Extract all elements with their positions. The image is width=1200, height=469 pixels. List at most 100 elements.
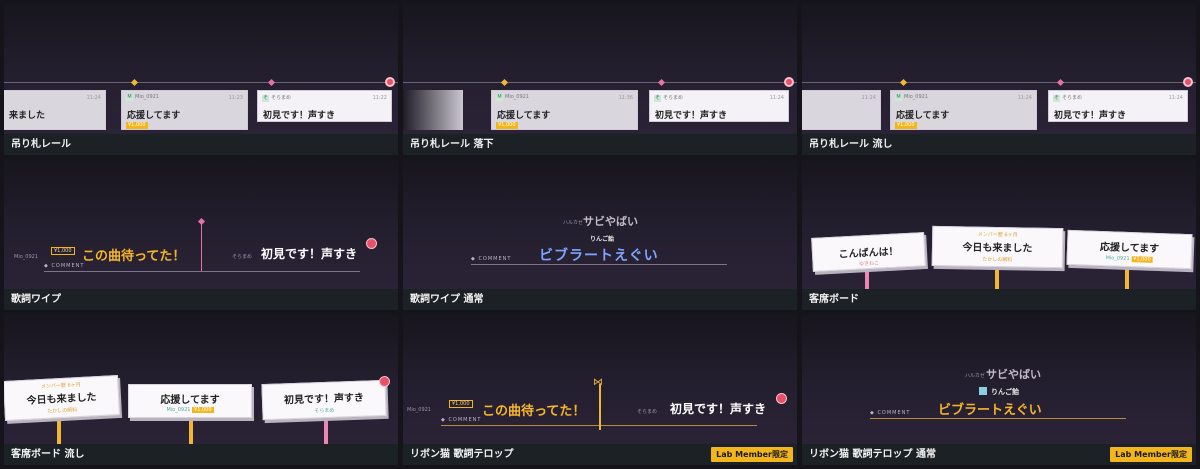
tag-time: 11:24: [769, 95, 784, 101]
audience-board: メンバー歴 6ヶ月 今日も来ました たかしの飼料: [931, 225, 1064, 269]
card-caption: 客席ボード: [802, 289, 1196, 310]
preview-stage: ハルカゼ サビやばい りんご飴 ビブラートえぐい ◆ COMMENT: [403, 159, 797, 289]
commenter-name: そらまめ: [232, 254, 253, 260]
lyric-text: 初見です！声すき: [261, 247, 358, 261]
card-caption: リボン猫 歌詞テロップ Lab Member限定: [403, 444, 797, 465]
comment-label: ◆ COMMENT: [471, 256, 512, 262]
rail-end-icon: [1183, 77, 1193, 87]
board-message: 初見です！声すき: [283, 392, 365, 407]
tag-message: 応援してます: [896, 111, 950, 121]
avatar: M: [126, 94, 133, 101]
board-stick: [324, 417, 328, 444]
card-caption: 客席ボード 流し: [4, 444, 398, 465]
preview-card-rail-fall[interactable]: M Mio_0921 11:36 応援してます ¥1,000 そそらまめ 11:2…: [403, 4, 797, 155]
lyric-underline: [471, 264, 727, 265]
tag-author: そそらまめ: [654, 95, 684, 102]
lyric-text: 初見です！声すき: [670, 402, 767, 416]
tag-author: M Mio_0921: [126, 94, 159, 101]
superchat-amount: ¥1,000: [51, 247, 75, 255]
avatar: そ: [1053, 95, 1060, 102]
preview-card-rail[interactable]: 11:24 来ました M Mio_0921 11:23 応援してます ¥1,000…: [4, 4, 398, 155]
tag-time: 11:24: [861, 95, 876, 101]
comment-label: ◆ COMMENT: [44, 263, 85, 269]
card-caption: 歌詞ワイプ: [4, 289, 398, 310]
tag-message: 応援してます: [497, 111, 551, 121]
audience-board: こんばんは！ ゆきねこ: [811, 232, 926, 272]
tag-time: 11:23: [228, 95, 243, 101]
lyric-underline: [870, 418, 1126, 419]
notification-icon: [366, 238, 377, 249]
lyric-text: この曲待ってた！: [482, 404, 586, 419]
hanging-tag: M Mio_0921 11:36 応援してます ¥1,000: [491, 90, 638, 130]
commenter-name: そらまめ: [637, 409, 658, 415]
rail-line: [403, 82, 797, 83]
hanging-tag: M Mio_0921 11:23 応援してます ¥1,000: [121, 90, 248, 130]
tag-time: 11:24: [86, 95, 101, 101]
rail-line: [4, 82, 398, 83]
card-caption: リボン猫 歌詞テロップ 通常 Lab Member限定: [802, 444, 1196, 465]
lyric-text: ビブラートえぐい: [938, 403, 1042, 418]
avatar: M: [496, 94, 503, 101]
preview-card-audience-board[interactable]: こんばんは！ ゆきねこ メンバー歴 6ヶ月 今日も来ました たかしの飼料 応援し…: [802, 159, 1196, 310]
tag-message: 初見です！声すき: [1054, 111, 1127, 121]
hanging-tag: そそらまめ 11:22 初見です！声すき: [257, 90, 392, 122]
preview-stage: 11:24 来ました M Mio_0921 11:23 応援してます ¥1,000…: [4, 4, 398, 134]
avatar: そ: [654, 95, 661, 102]
board-stick: [189, 416, 193, 444]
fading-tag: [403, 90, 463, 130]
tag-message: 初見です！声すき: [655, 111, 728, 121]
wipe-marker-head: [197, 217, 206, 226]
card-caption: 吊り札レール 流し: [802, 134, 1196, 155]
rail-pin: [267, 78, 276, 87]
rail-end-icon: [385, 77, 395, 87]
board-message: 応援してます: [160, 395, 220, 406]
board-message: 今日も来ました: [962, 242, 1033, 255]
notification-icon: [379, 376, 390, 387]
rail-pin: [1056, 78, 1065, 87]
lab-member-badge: Lab Member限定: [1110, 447, 1192, 462]
preview-card-ribbon-cat-lyric-normal[interactable]: ハルカゼ サビやばい りんご飴 ビブラートえぐい ◆ COMMENT リボン猫 …: [802, 314, 1196, 465]
tag-time: 11:36: [618, 95, 633, 101]
lab-member-badge: Lab Member限定: [711, 447, 793, 462]
hanging-tag: 11:24: [802, 90, 881, 130]
superchat-amount: ¥1,000: [895, 122, 917, 129]
commenter-name: ハルカゼ: [965, 373, 985, 379]
ribbon-icon: ⋈: [593, 377, 603, 388]
superchat-amount: ¥1,000: [449, 400, 473, 408]
commenter-name: りんご飴: [590, 236, 615, 243]
rail-pin: [899, 78, 908, 87]
preview-stage: こんばんは！ ゆきねこ メンバー歴 6ヶ月 今日も来ました たかしの飼料 応援し…: [802, 159, 1196, 289]
hanging-tag: そそらまめ 11:24 初見です！声すき: [1048, 90, 1188, 122]
audience-board: 応援してます Mio_0921 ¥1,000: [128, 384, 252, 418]
comment-label: ◆ COMMENT: [870, 410, 911, 416]
preview-stage: ハルカゼ サビやばい りんご飴 ビブラートえぐい ◆ COMMENT: [802, 314, 1196, 444]
hanging-tag: そそらまめ 11:24 初見です！声すき: [649, 90, 789, 122]
avatar: M: [895, 94, 902, 101]
cat-icon: [979, 387, 987, 395]
audience-board: 初見です！声すき そらまめ: [261, 379, 387, 421]
rail-pin: [657, 78, 666, 87]
card-caption: 歌詞ワイプ 通常: [403, 289, 797, 310]
preview-card-audience-board-scroll[interactable]: メンバー歴 6ヶ月 今日も来ました たかしの飼料 応援してます Mio_0921…: [4, 314, 398, 465]
preview-stage: メンバー歴 6ヶ月 今日も来ました たかしの飼料 応援してます Mio_0921…: [4, 314, 398, 444]
tag-message: 応援してます: [127, 111, 181, 121]
lyric-text: この曲待ってた！: [82, 249, 186, 264]
rail-pin: [500, 78, 509, 87]
notification-icon: [776, 393, 787, 404]
commenter-name: Mio_0921: [14, 254, 38, 260]
rail-line: [802, 82, 1196, 83]
comment-text: サビやばい: [986, 368, 1041, 381]
preview-card-ribbon-cat-lyric[interactable]: Mio_0921 ¥1,000 この曲待ってた！ ◆ COMMENT ⋈ そらま…: [403, 314, 797, 465]
card-caption: 吊り札レール: [4, 134, 398, 155]
lyric-text: ビブラートえぐい: [539, 248, 659, 264]
commenter-name: ハルカゼ: [563, 220, 583, 226]
rail-pin: [130, 78, 139, 87]
tag-message: 来ました: [9, 111, 46, 121]
board-author: たかしの飼料: [982, 256, 1013, 264]
tag-author: M Mio_0921: [496, 94, 529, 101]
preview-stage: 11:24 M Mio_0921 11:24 応援してます ¥1,000 そそらま…: [802, 4, 1196, 134]
preview-card-lyric-wipe-normal[interactable]: ハルカゼ サビやばい りんご飴 ビブラートえぐい ◆ COMMENT 歌詞ワイプ…: [403, 159, 797, 310]
tag-author: そそらまめ: [262, 95, 292, 102]
preview-card-lyric-wipe[interactable]: Mio_0921 ¥1,000 この曲待ってた！ ◆ COMMENT そらまめ …: [4, 159, 398, 310]
preview-card-rail-scroll[interactable]: 11:24 M Mio_0921 11:24 応援してます ¥1,000 そそらま…: [802, 4, 1196, 155]
